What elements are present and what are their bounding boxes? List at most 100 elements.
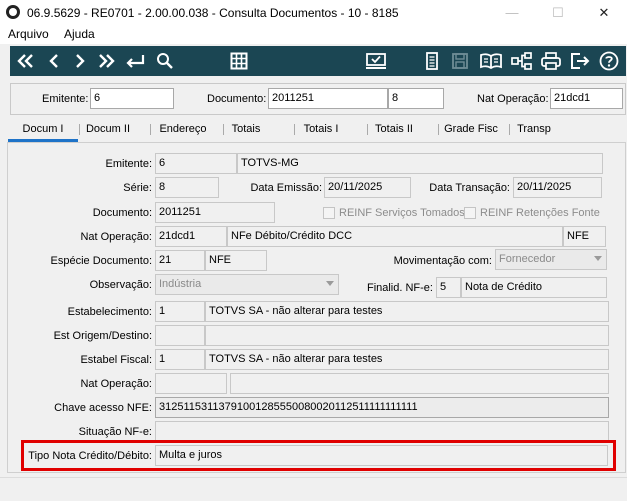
tab-grade-fisc[interactable]: Grade Fisc	[443, 118, 499, 142]
nat-operacao-tipo-field[interactable]: NFE	[563, 226, 606, 247]
menu-ajuda[interactable]: Ajuda	[64, 27, 95, 41]
header-emitente-label: Emitente:	[42, 93, 89, 105]
estabel-fiscal-code-field[interactable]: 1	[155, 349, 205, 370]
emitente-name-field[interactable]: TOTVS-MG	[237, 153, 603, 174]
especie-desc-field[interactable]: NFE	[205, 250, 267, 271]
est-origem-desc-field[interactable]	[205, 325, 609, 346]
window-title: 06.9.5629 - RE0701 - 2.00.00.038 - Consu…	[27, 6, 399, 20]
chave-acesso-label: Chave acesso NFE:	[54, 402, 152, 414]
first-icon[interactable]	[14, 49, 38, 73]
est-origem-label: Est Origem/Destino:	[53, 330, 152, 342]
tab-docum-i[interactable]: Docum I	[8, 118, 78, 142]
enter-icon[interactable]	[123, 49, 147, 73]
previous-icon[interactable]	[42, 49, 66, 73]
serie-field[interactable]: 8	[155, 177, 219, 198]
maximize-button[interactable]: ☐	[535, 0, 581, 26]
nat-operacao2-label: Nat Operação:	[80, 378, 152, 390]
nat-operacao2-code-field[interactable]	[155, 373, 227, 394]
serie-label: Série:	[123, 182, 152, 194]
emitente-label: Emitente:	[105, 158, 152, 170]
tab-separator	[438, 124, 439, 135]
header-serie-field[interactable]: 8	[388, 88, 444, 109]
estabelecimento-desc-field[interactable]: TOTVS SA - não alterar para testes	[205, 301, 609, 322]
tab-docum-ii[interactable]: Docum II	[82, 118, 134, 142]
tab-separator	[509, 124, 510, 135]
movimentacao-value: Fornecedor	[499, 253, 556, 265]
header-documento-field[interactable]: 2011251	[268, 88, 388, 109]
print-icon[interactable]	[539, 49, 563, 73]
reinf-servicos-label: REINF Serviços Tomados	[339, 207, 465, 219]
tab-separator	[223, 124, 224, 135]
estabel-fiscal-desc-field[interactable]: TOTVS SA - não alterar para testes	[205, 349, 609, 370]
header-panel: Emitente: 6 Documento: 2011251 8 Nat Ope…	[10, 83, 626, 115]
header-documento-label: Documento:	[207, 93, 267, 105]
help-icon[interactable]	[597, 49, 621, 73]
tab-separator	[150, 124, 151, 135]
data-transacao-field[interactable]: 20/11/2025	[513, 177, 602, 198]
header-emitente-field[interactable]: 6	[90, 88, 174, 109]
exit-icon[interactable]	[568, 49, 592, 73]
tab-totais-i[interactable]: Totais I	[299, 118, 343, 142]
grid-icon[interactable]	[227, 49, 251, 73]
especie-label: Espécie Documento:	[50, 255, 153, 267]
especie-code-field[interactable]: 21	[155, 250, 205, 271]
close-button[interactable]: ✕	[581, 0, 627, 26]
tab-separator	[367, 124, 368, 135]
tab-totais-ii[interactable]: Totais II	[371, 118, 417, 142]
tab-separator	[79, 124, 80, 135]
situacao-label: Situação NF-e:	[78, 426, 152, 438]
estabelecimento-label: Estabelecimento:	[67, 306, 152, 318]
reinf-retencoes-checkbox[interactable]	[464, 207, 476, 219]
data-emissao-field[interactable]: 20/11/2025	[324, 177, 411, 198]
tab-endereco[interactable]: Endereço	[154, 118, 212, 142]
documento-label: Documento:	[92, 207, 152, 219]
observacao-select[interactable]: Indústria	[155, 274, 339, 295]
nat-operacao2-desc-field[interactable]	[230, 373, 609, 394]
tab-totais[interactable]: Totais	[226, 118, 266, 142]
document-icon[interactable]	[420, 49, 444, 73]
observacao-value: Indústria	[159, 278, 202, 290]
save-icon[interactable]	[448, 49, 472, 73]
checked-screen-icon[interactable]	[364, 49, 388, 73]
nat-operacao-code-field[interactable]: 21dcd1	[155, 226, 227, 247]
estabelecimento-code-field[interactable]: 1	[155, 301, 205, 322]
finalid-desc-field[interactable]: Nota de Crédito	[461, 277, 607, 298]
tree-icon[interactable]	[510, 49, 534, 73]
movimentacao-select[interactable]: Fornecedor	[495, 249, 607, 270]
search-icon[interactable]	[153, 49, 177, 73]
finalid-code-field[interactable]: 5	[436, 277, 461, 298]
tipo-nota-label: Tipo Nota Crédito/Débito:	[28, 450, 152, 462]
menu-arquivo[interactable]: Arquivo	[8, 27, 49, 41]
chevron-down-icon	[594, 256, 602, 261]
minimize-button[interactable]: —	[489, 0, 535, 26]
estabel-fiscal-label: Estabel Fiscal:	[80, 354, 152, 366]
open-book-icon[interactable]	[479, 49, 503, 73]
observacao-label: Observação:	[89, 279, 152, 291]
tab-strip: Docum I Docum II Endereço Totais Totais …	[5, 118, 626, 142]
data-transacao-label: Data Transação:	[429, 182, 510, 194]
header-nat-operacao-label: Nat Operação:	[477, 93, 549, 105]
nat-operacao-label: Nat Operação:	[80, 231, 152, 243]
title-bar: 06.9.5629 - RE0701 - 2.00.00.038 - Consu…	[0, 0, 627, 26]
header-nat-operacao-field[interactable]: 21dcd1	[550, 88, 623, 109]
status-bar	[0, 477, 627, 501]
next-icon[interactable]	[68, 49, 92, 73]
chave-acesso-field[interactable]: 3125115311379100128555008002011251111111…	[155, 397, 609, 418]
tab-transp[interactable]: Transp	[513, 118, 555, 142]
reinf-retencoes-label: REINF Retenções Fonte	[480, 207, 600, 219]
situacao-field[interactable]	[155, 421, 609, 442]
chevron-down-icon	[326, 281, 334, 286]
last-icon[interactable]	[94, 49, 118, 73]
tab-separator	[294, 124, 295, 135]
documento-field[interactable]: 2011251	[155, 202, 275, 223]
nat-operacao-desc-field[interactable]: NFe Débito/Crédito DCC	[227, 226, 563, 247]
reinf-servicos-checkbox[interactable]	[323, 207, 335, 219]
tipo-nota-field[interactable]: Multa e juros	[155, 445, 608, 466]
emitente-code-field[interactable]: 6	[155, 153, 237, 174]
est-origem-code-field[interactable]	[155, 325, 205, 346]
data-emissao-label: Data Emissão:	[250, 182, 322, 194]
finalid-label: Finalid. NF-e:	[366, 282, 433, 294]
toolbar	[10, 46, 626, 76]
menu-bar: Arquivo Ajuda	[0, 26, 627, 44]
app-icon	[6, 5, 20, 19]
